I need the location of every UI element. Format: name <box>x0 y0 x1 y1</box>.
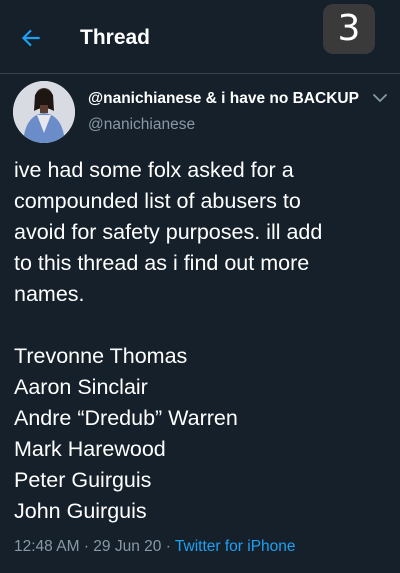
tweet-date: 29 Jun 20 <box>93 538 162 555</box>
tweet-source-link[interactable]: Twitter for iPhone <box>175 538 296 555</box>
name-list-item: Trevonne Thomas <box>14 344 188 368</box>
meta-separator: · <box>165 538 171 555</box>
name-list-item: Andre “Dredub” Warren <box>14 406 238 430</box>
tweet-metadata: 12:48 AM · 29 Jun 20 · Twitter for iPhon… <box>14 537 296 557</box>
tweet-text-line: ive had some folx asked for a <box>14 158 294 182</box>
thread-header: Thread 3 <box>0 0 400 74</box>
avatar-image <box>13 81 75 143</box>
display-name[interactable]: @nanichianese & i have no BACKUP <box>88 89 359 109</box>
page-title: Thread <box>80 26 151 49</box>
name-list-item: Peter Guirguis <box>14 468 152 492</box>
chevron-down-icon[interactable] <box>372 92 388 104</box>
avatar[interactable] <box>13 81 75 143</box>
tweet-time: 12:48 AM <box>14 538 80 555</box>
tweet-text-line: names. <box>14 282 85 306</box>
meta-separator: · <box>83 538 89 555</box>
back-arrow-icon[interactable] <box>18 25 44 51</box>
user-handle[interactable]: @nanichianese <box>88 115 195 135</box>
tweet-text-line: compounded list of abusers to <box>14 189 301 213</box>
tweet-text-line: to this thread as i find out more <box>14 251 310 275</box>
name-list-item: Mark Harewood <box>14 437 166 461</box>
tweet-text: ive had some folx asked for a compounded… <box>14 155 392 527</box>
tweet-text-line: avoid for safety purposes. ill add <box>14 220 323 244</box>
name-list-item: Aaron Sinclair <box>14 375 148 399</box>
page-number-badge: 3 <box>323 4 375 54</box>
name-list-item: John Guirguis <box>14 499 147 523</box>
